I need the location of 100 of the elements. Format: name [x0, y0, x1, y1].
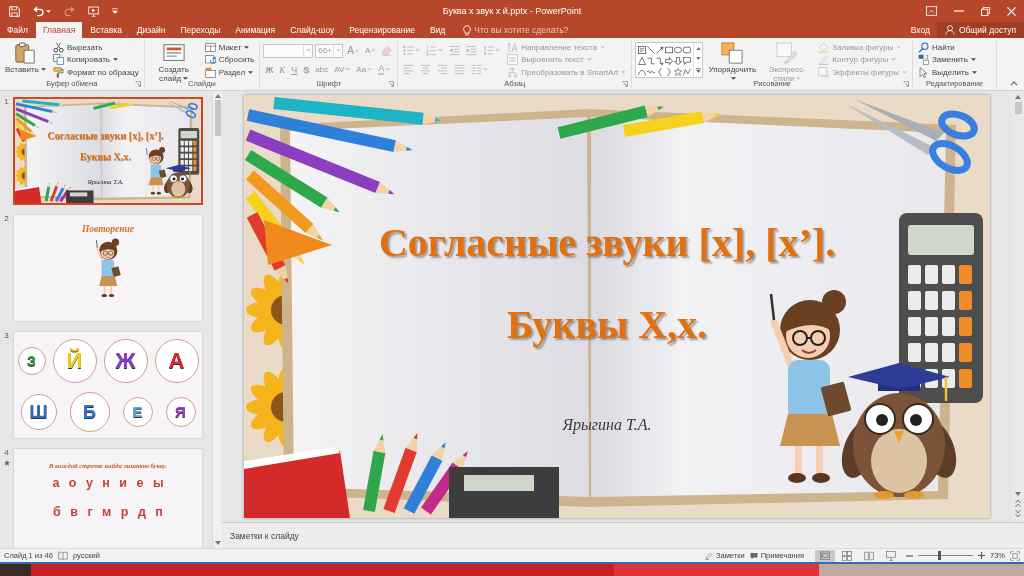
gallery-down-icon[interactable] [695, 57, 701, 61]
plus-icon[interactable] [978, 552, 985, 559]
ribbon-tab[interactable]: Вставка [83, 22, 129, 38]
cut-button[interactable]: Вырезать [50, 41, 141, 54]
layout-button[interactable]: Макет [202, 41, 257, 54]
slide-subtitle: Буквы Х,х. [506, 301, 708, 349]
elbow-connector-shape-icon[interactable] [647, 56, 656, 65]
caret-down-icon[interactable] [46, 9, 51, 13]
triangle-shape-icon[interactable] [638, 56, 647, 65]
dialog-launcher-icon[interactable] [134, 80, 141, 87]
minus-icon[interactable] [906, 554, 913, 557]
slide-subtitle: Буквы Х,х. [80, 151, 131, 163]
ribbon-tab[interactable]: Дизайн [129, 22, 173, 38]
proofing-book-icon[interactable] [57, 550, 68, 561]
right-brace-shape-icon[interactable] [665, 67, 674, 76]
notes-field[interactable]: Заметки к слайду [222, 522, 1024, 548]
scroll-up-icon[interactable] [1015, 95, 1021, 99]
section-icon [204, 67, 216, 79]
freeform-shape-icon[interactable] [683, 67, 692, 76]
ribbon-tab[interactable]: Слайд-шоу [283, 22, 342, 38]
gallery-more-icon[interactable] [695, 68, 701, 74]
line-shape-icon[interactable] [647, 45, 656, 54]
align-right-icon [437, 64, 449, 75]
zoom-slider-thumb[interactable] [938, 551, 942, 560]
callout-shape-icon[interactable] [683, 56, 692, 65]
slide-thumbnail[interactable]: Повторение [13, 214, 203, 322]
paintbrush-icon [52, 67, 64, 79]
close-icon[interactable] [1007, 6, 1016, 16]
slide-thumbnail[interactable]: З Й Ж А Ш Б Е Я [13, 331, 203, 439]
customize-icon[interactable] [112, 8, 118, 14]
find-button[interactable]: Найти [915, 41, 979, 54]
notebook-drawing [15, 185, 42, 203]
org-chart-icon [507, 67, 519, 79]
dialog-launcher-icon[interactable] [902, 80, 909, 87]
select-button[interactable]: Выделить [915, 66, 979, 79]
down-arrow-shape-icon[interactable] [674, 56, 683, 65]
elbow-arrow-shape-icon[interactable] [656, 56, 665, 65]
lightbulb-icon [463, 24, 472, 36]
ribbon-tab[interactable]: Рецензирование [342, 22, 422, 38]
dialog-launcher-icon[interactable] [388, 80, 395, 87]
text-box-shape-icon[interactable] [638, 45, 647, 54]
ribbon-tab[interactable]: Файл [0, 22, 35, 38]
fit-to-window-icon[interactable] [1010, 550, 1020, 561]
paste-button[interactable]: Вставить [3, 41, 48, 79]
cartoon-letter: З [27, 353, 36, 368]
line-spacing-icon [483, 45, 495, 56]
rounded-rectangle-shape-icon[interactable] [683, 45, 692, 54]
rectangle-shape-icon[interactable] [665, 45, 674, 54]
person-icon [944, 25, 955, 35]
restore-icon[interactable] [981, 6, 990, 16]
scrollbar-thumb[interactable] [214, 100, 221, 136]
slideshow-icon[interactable] [88, 5, 99, 17]
grid-icon [842, 550, 852, 561]
copy-button[interactable]: Копировать [50, 54, 141, 66]
previous-slide-icon[interactable] [1015, 499, 1021, 507]
left-brace-shape-icon[interactable] [656, 67, 665, 76]
tell-me-search-field[interactable]: Что вы хотите сделать? [474, 25, 587, 35]
pen-icon [776, 42, 799, 64]
ribbon-tab[interactable]: Вид [422, 22, 453, 38]
star-shape-icon[interactable] [674, 67, 683, 76]
right-arrow-shape-icon[interactable] [665, 56, 674, 65]
ribbon-options-icon[interactable] [926, 6, 937, 16]
scroll-down-icon[interactable] [1015, 492, 1021, 496]
scissors-drawing [164, 100, 198, 119]
scrollbar-thumb[interactable] [1014, 102, 1022, 114]
align-center-icon [420, 64, 432, 75]
arc-shape-icon[interactable] [638, 67, 647, 76]
oval-shape-icon[interactable] [674, 45, 683, 54]
reset-icon [204, 54, 216, 66]
author-name: Ярыгина Т.А. [562, 415, 652, 435]
wave-shape-icon[interactable] [647, 67, 656, 76]
save-icon[interactable] [9, 5, 20, 17]
ribbon-tab[interactable]: Главная [35, 22, 83, 38]
undo-icon[interactable] [33, 5, 44, 17]
next-slide-icon[interactable] [1015, 510, 1021, 518]
overlapping-squares-icon [721, 42, 744, 64]
sign-in-link[interactable]: Вход [903, 22, 937, 38]
share-button[interactable]: Общий доступ [936, 22, 1024, 38]
collapse-ribbon-icon[interactable] [1010, 81, 1018, 86]
arrange-button[interactable]: Упорядочить [706, 41, 759, 79]
replace-button[interactable]: Заменить [915, 54, 979, 66]
slide-number: 3 [4, 331, 9, 340]
outdent-icon [449, 45, 461, 56]
gallery-up-icon[interactable] [695, 46, 701, 50]
normal-view-button[interactable] [815, 549, 835, 562]
reset-button[interactable]: Сбросить [202, 54, 257, 66]
ribbon-tab[interactable]: Анимация [228, 22, 283, 38]
format-painter-button[interactable]: Формат по образцу [50, 66, 141, 79]
thumbnail-scrollbar[interactable] [212, 91, 222, 548]
paint-bucket-icon [818, 41, 830, 53]
ribbon-tab[interactable]: Переходы [173, 22, 228, 38]
scroll-up-icon[interactable] [214, 94, 221, 98]
scroll-down-icon[interactable] [214, 541, 221, 545]
replace-icon [917, 54, 929, 66]
section-button[interactable]: Раздел [202, 66, 257, 79]
speech-bubble-icon [749, 551, 758, 560]
slide-title: Согласные звуки [х], [х’]. [378, 219, 836, 267]
pen-icon [705, 551, 713, 560]
arrow-shape-icon[interactable] [656, 45, 665, 54]
dialog-launcher-icon[interactable] [622, 80, 629, 87]
